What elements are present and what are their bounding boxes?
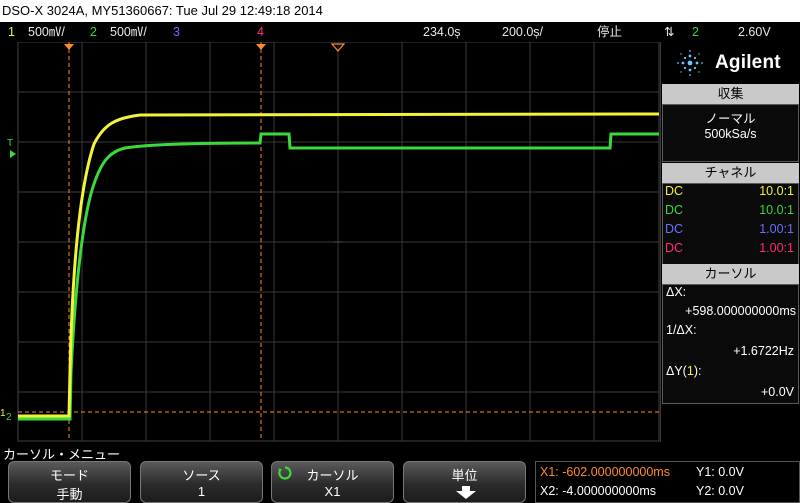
waveform-graticule: T 1 2 (0, 42, 660, 442)
submenu-arrow-down-icon (456, 486, 476, 499)
inverse-delta-x-value: +1.6722Hz (733, 344, 794, 358)
cursor-y2-readout: Y2: 0.0V (696, 484, 744, 498)
softkey-cursor[interactable]: カーソル X1 (271, 461, 394, 503)
delta-y-label: ΔY(1): (666, 364, 702, 378)
status-bar: 1 500㎷/ 2 500㎷/ 3 4 234.0ș 200.0ș/ 停止 ⇅ … (0, 22, 800, 42)
acquire-rate: 500kSa/s (704, 127, 757, 141)
ch3-coupling: DC (665, 222, 684, 236)
acquire-mode: ノーマル (705, 112, 756, 126)
softkey-source[interactable]: ソース 1 (140, 461, 263, 503)
waveform-screen[interactable]: T 1 2 (0, 42, 660, 442)
trigger-level[interactable]: 2.60V (738, 22, 771, 42)
channel-section[interactable]: DC 10.0:1 DC 10.0:1 DC 1.00:1 DC 1.00:1 (662, 183, 799, 265)
ch3-probe: 1.00:1 (759, 222, 794, 236)
inverse-delta-x-label: 1/ΔX: (666, 323, 697, 337)
delta-x-label: ΔX: (666, 285, 687, 299)
ch1-number[interactable]: 1 (8, 22, 15, 42)
ch1-probe: 10.0:1 (759, 184, 794, 198)
cursor-x1-marker-icon (64, 44, 74, 50)
ch3-number[interactable]: 3 (173, 22, 180, 42)
softkey-units[interactable]: 単位 (403, 461, 526, 503)
time-scale[interactable]: 200.0ș/ (502, 22, 543, 42)
cursor-y1-readout: Y1: 0.0V (696, 465, 744, 479)
cursor-section[interactable]: ΔX: +598.000000000ms 1/ΔX: +1.6722Hz ΔY(… (662, 284, 799, 404)
agilent-spark-icon (677, 50, 703, 76)
softkey-units-label: 単位 (451, 468, 478, 483)
ch2-scale[interactable]: 500㎷/ (110, 22, 147, 42)
acquire-section[interactable]: ノーマル 500kSa/s (662, 104, 799, 162)
delta-y-value: +0.0V (760, 385, 794, 399)
softkey-source-label: ソース (182, 468, 221, 483)
cursor-readout: X1: -602.000000000ms X2: -4.000000000ms … (535, 461, 800, 503)
info-panel: Agilent 収集 ノーマル 500kSa/s チャネル DC 10.0:1 … (660, 42, 800, 442)
trigger-channel[interactable]: 2 (692, 22, 699, 42)
cursor-x1-readout: X1: -602.000000000ms (540, 465, 670, 479)
brand-name: Agilent (715, 52, 781, 73)
softkey-cursor-label: カーソル (306, 468, 359, 483)
ch2-probe: 10.0:1 (759, 203, 794, 217)
run-state: 停止 (597, 25, 623, 39)
brand-logo: Agilent (661, 42, 800, 84)
ch2-ground-marker: 2 (6, 412, 12, 423)
ch2-coupling: DC (665, 203, 684, 217)
ch4-coupling: DC (665, 241, 684, 255)
ch4-probe: 1.00:1 (759, 241, 794, 255)
trigger-edge-icon: ⇅ (664, 25, 675, 39)
trigger-level-arrow-icon (10, 150, 16, 158)
cursor-header: カーソル (662, 264, 799, 284)
trigger-level-marker: T (7, 138, 13, 149)
time-delay[interactable]: 234.0ș (423, 22, 461, 42)
softkey-mode-value: 手動 (56, 487, 83, 502)
ch4-number[interactable]: 4 (257, 22, 264, 42)
softkey-mode-label: モード (49, 468, 89, 483)
softkey-mode[interactable]: モード 手動 (8, 461, 131, 503)
window-title: DSO-X 3024A, MY51360667: Tue Jul 29 12:4… (0, 0, 800, 22)
cursor-x2-marker-icon (256, 44, 266, 50)
ch1-coupling: DC (665, 184, 684, 198)
ch2-number[interactable]: 2 (90, 22, 97, 42)
acquire-header: 収集 (662, 84, 799, 104)
softkey-source-value: 1 (197, 484, 206, 499)
delta-x-value: +598.000000000ms (685, 304, 796, 318)
softkey-cursor-value: X1 (324, 484, 341, 499)
channel-header: チャネル (662, 163, 799, 183)
ch1-scale[interactable]: 500㎷/ (28, 22, 65, 42)
cursor-x2-readout: X2: -4.000000000ms (540, 484, 657, 498)
